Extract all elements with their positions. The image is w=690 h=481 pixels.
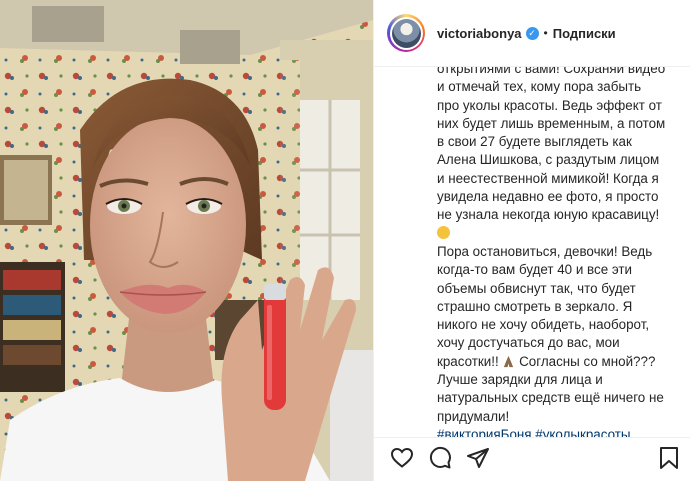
post-photo[interactable] (0, 0, 373, 481)
post-side-panel: victoriabonya ✓ • Подписки открытиями с … (373, 0, 690, 481)
avatar-image (391, 18, 421, 48)
caption-line: хочу достучаться до вас, мои (437, 335, 620, 351)
caption-line: натуральных средств ещё ничего не (437, 390, 664, 406)
username[interactable]: victoriabonya (437, 26, 522, 41)
post-header: victoriabonya ✓ • Подписки (374, 0, 690, 67)
caption-line: и неестественной мимикой! Когда я (437, 170, 659, 186)
action-bar (374, 437, 690, 481)
separator-dot: • (543, 26, 548, 40)
post-caption: открытиями с вами! Сохраняй видео и отме… (437, 60, 681, 444)
caption-text: Согласны со мной??? (515, 353, 656, 369)
heart-icon[interactable] (390, 446, 414, 470)
caption-paragraph-1: открытиями с вами! Сохраняй видео и отме… (437, 60, 681, 243)
avatar-ring (389, 16, 423, 50)
caption-paragraph-2: Пора остановиться, девочки! Ведь когда-т… (437, 243, 681, 426)
smile-emoji-icon (437, 225, 450, 239)
paper-plane-icon[interactable] (466, 446, 490, 470)
caption-line: страшно смотреть в зеркало. Я (437, 298, 633, 314)
caption-emoji-line (437, 225, 681, 243)
caption-line: никого не хочу обидеть, наоборот, (437, 317, 650, 333)
caption-line: когда-то вам будет 40 и все эти (437, 262, 633, 278)
caption-line: них будет лишь временным, а потом (437, 115, 666, 131)
caption-line: и отмечай тех, кому пора забыть (437, 79, 642, 95)
avatar[interactable] (387, 14, 425, 52)
following-button[interactable]: Подписки (553, 26, 616, 41)
caption-line: про уколы красоты. Ведь эффект от (437, 97, 662, 113)
caption-line: Алена Шишкова, с раздутым лицом (437, 152, 660, 168)
caption-line: Лучше зарядки для лица и (437, 372, 603, 388)
verified-badge-icon: ✓ (525, 26, 539, 40)
praying-hands-icon (504, 355, 514, 367)
caption-line: придумали! (437, 408, 510, 424)
comment-icon[interactable] (428, 446, 452, 470)
caption-line: не узнала некогда юную красавицу! (437, 207, 660, 223)
caption-line: красотки!! Согласны со мной??? (437, 353, 681, 371)
caption-text: красотки!! (437, 353, 503, 369)
caption-line: Пора остановиться, девочки! Ведь (437, 243, 653, 259)
bookmark-icon[interactable] (658, 446, 680, 470)
post-image (0, 0, 373, 481)
caption-line: объемы обвиснут так, что будет (437, 280, 636, 296)
caption-line: увидела недавно ее фото, я просто (437, 189, 659, 205)
caption-line: в свои 27 будете выглядеть как (437, 134, 632, 150)
